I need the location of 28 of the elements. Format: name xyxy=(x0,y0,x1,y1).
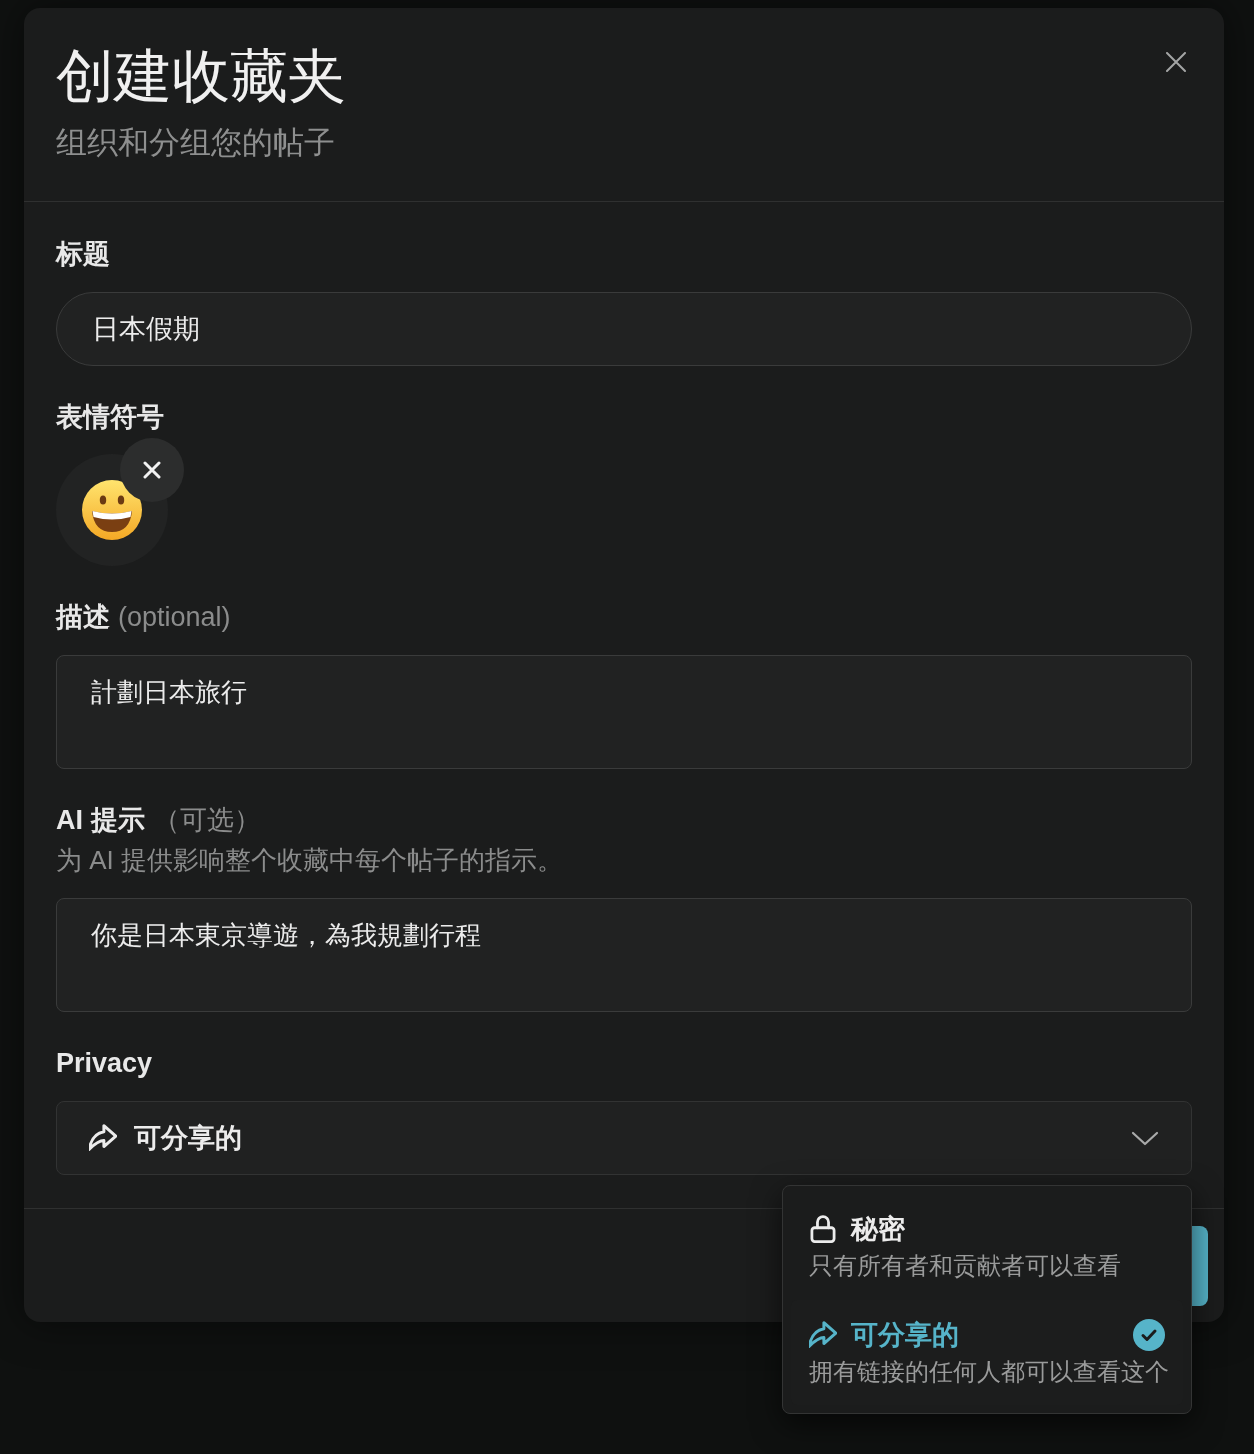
privacy-select[interactable]: 可分享的 xyxy=(56,1101,1192,1175)
close-icon xyxy=(1166,52,1186,72)
privacy-option[interactable]: 秘密 只有所有者和贡献者可以查看 xyxy=(791,1194,1183,1299)
text-area[interactable]: 你是日本東京導遊，為我規劃行程 xyxy=(56,898,1192,1012)
optional-note: (optional) xyxy=(118,601,231,634)
option-description: 只有所有者和贡献者可以查看 xyxy=(809,1251,1121,1281)
title-input[interactable]: 日本假期 xyxy=(56,292,1192,366)
share-arrow-icon xyxy=(809,1321,837,1349)
option-label: 秘密 xyxy=(851,1213,905,1246)
field-hint: 为 AI 提供影响整个收藏中每个帖子的指示。 xyxy=(56,844,564,877)
dialog-subtitle: 组织和分组您的帖子 xyxy=(56,124,336,162)
close-icon xyxy=(143,461,161,479)
field-label: 标题 xyxy=(56,238,110,271)
field-label: 表情符号 xyxy=(56,401,164,434)
field-label: Privacy xyxy=(56,1047,153,1080)
field-label: 描述 xyxy=(56,601,110,634)
dialog-title: 创建收藏夹 xyxy=(56,42,346,109)
field-label: AI 提示 xyxy=(56,804,145,837)
share-arrow-icon xyxy=(89,1124,117,1152)
grinning-face-icon xyxy=(82,480,142,540)
select-value: 可分享的 xyxy=(134,1121,242,1155)
chevron-down-icon xyxy=(1131,1130,1159,1146)
optional-note: （可选） xyxy=(152,804,261,837)
lock-icon xyxy=(809,1215,837,1243)
option-label: 可分享的 xyxy=(851,1319,959,1352)
check-circle-icon xyxy=(1133,1319,1165,1351)
text-area[interactable]: 計劃日本旅行 xyxy=(56,655,1192,769)
option-description: 拥有链接的任何人都可以查看这个 xyxy=(809,1357,1169,1387)
